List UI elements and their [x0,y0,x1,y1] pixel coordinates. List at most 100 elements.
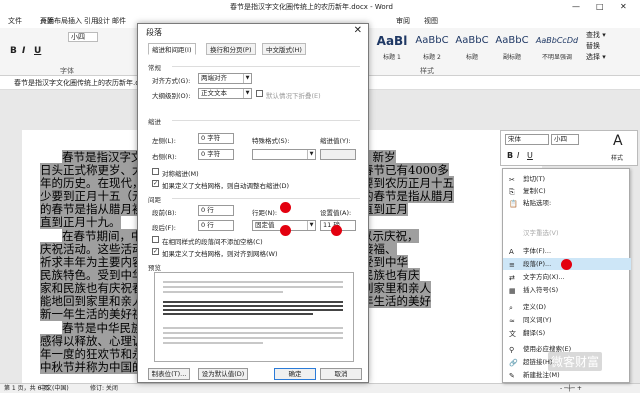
style-title[interactable]: AaBbC 标题 [452,30,492,64]
no-space-same-style-label: 在相同样式的段落间不添加空格(C) [162,238,263,246]
right-indent-input[interactable]: 0 字符 [198,149,234,160]
tabs-button[interactable]: 制表位(T)... [148,368,190,380]
indent-section-label: 缩进 [148,118,161,126]
tab-design[interactable]: 设计 [96,16,110,26]
underline-button[interactable]: U [34,46,41,56]
preview-section-label: 预览 [148,264,161,272]
mini-bold-button[interactable]: B [507,151,513,160]
tab-asian-typography[interactable]: 中文版式(H) [262,43,306,55]
mirror-indents-checkbox[interactable] [152,168,159,175]
line-spacing-label: 行距(N): [252,209,278,217]
title-bar: 春节是指汉字文化圈传统上的农历新年.docx - Word — □ ✕ [0,0,640,14]
tab-references[interactable]: 引用 [84,16,98,26]
special-indent-label: 特殊格式(S): [252,137,290,145]
tab-mailings[interactable]: 邮件 [112,16,126,26]
space-before-input[interactable]: 0 行 [198,205,234,216]
menu-synonyms[interactable]: ≈ 同义词(Y) [503,314,631,326]
style-subtitle[interactable]: AaBbC 副标题 [492,30,532,64]
track-changes-status[interactable]: 修订: 关闭 [90,384,118,393]
mini-size-select[interactable]: 小四 [551,134,579,145]
window-title: 春节是指汉字文化圈传统上的农历新年.docx - Word [230,3,393,11]
menu-paste-options[interactable]: 📋 粘贴选项: [503,197,631,209]
snap-to-grid-checkbox[interactable]: ✓ [152,248,159,255]
mini-font-select[interactable]: 宋体 [505,134,549,145]
collapsed-label: 默认情况下折叠(E) [266,92,321,100]
ok-button[interactable]: 确定 [274,368,316,380]
mini-italic-button[interactable]: I [517,151,519,160]
menu-font[interactable]: A 字体(F)... [503,245,631,257]
synonyms-icon: ≈ [509,317,515,325]
special-indent-select[interactable]: ▼ [252,149,316,160]
chevron-down-icon: ▼ [243,89,251,98]
style-subtle-emphasis[interactable]: AaBbCcDd 不明显强调 [532,30,582,64]
doc-line: 直到正月十九。 [40,215,121,229]
alignment-select[interactable]: 两端对齐 ▼ [198,73,252,84]
font-icon: A [509,248,514,256]
translate-icon: 文 [509,330,516,338]
tab-view[interactable]: 视图 [424,16,438,26]
space-after-input[interactable]: 0 行 [198,220,234,231]
outline-level-select[interactable]: 正文文本 ▼ [198,88,252,99]
snap-to-grid-label: 如果定义了文档网格，则对齐到网格(W) [162,250,278,258]
tab-layout[interactable]: 页面布局 [40,16,68,26]
menu-copy[interactable]: ⎘ 复制(C) [503,185,631,197]
divider [172,66,360,67]
divider [172,198,360,199]
menu-insert-symbol[interactable]: ▦ 插入符号(S) [503,284,631,296]
minimize-button[interactable]: — [572,0,580,14]
chevron-down-icon: ▼ [307,150,315,159]
menu-cut[interactable]: ✂ 剪切(T) [503,173,631,185]
alignment-label: 对齐方式(G): [152,77,191,85]
bold-button[interactable]: B [10,46,17,56]
chevron-down-icon: ▼ [243,74,251,83]
collapsed-checkbox[interactable] [256,90,263,97]
replace-button[interactable]: 替换 [586,41,600,51]
indent-by-input[interactable] [320,149,356,160]
link-icon: 🔗 [509,359,518,367]
menu-translate[interactable]: 文翻译(S) [503,327,631,339]
dialog-close-button[interactable]: ✕ [354,25,362,36]
find-button[interactable]: 查找 ▾ [586,30,606,40]
mini-underline-button[interactable]: U [527,151,533,160]
text-direction-icon: ⇄ [509,274,515,282]
clipboard-icon: 📋 [509,200,518,208]
maximize-button[interactable]: □ [596,0,604,14]
line-spacing-at-label: 设置值(A): [320,209,352,217]
auto-right-indent-checkbox[interactable]: ✓ [152,180,159,187]
define-icon: ⌕ [509,304,513,312]
mini-toolbar: 宋体 小四 B I U A 样式 [500,130,638,166]
tab-line-page-breaks[interactable]: 换行和分页(P) [206,43,256,55]
menu-reconvert[interactable]: 汉字重选(V) [503,227,631,239]
left-indent-input[interactable]: 0 字符 [198,133,234,144]
tab-review[interactable]: 审阅 [396,16,410,26]
auto-right-indent-label: 如果定义了文档网格，则自动调整右缩进(D) [162,182,290,190]
search-icon: ⚲ [509,346,515,354]
space-before-label: 段前(B): [152,209,177,217]
tab-insert[interactable]: 插入 [68,16,82,26]
paragraph-icon: ≡ [509,261,515,269]
status-bar: 第 1 页，共 6 页 中文(中国) 修订: 关闭 - ─┼─ + [0,383,640,393]
style-heading1[interactable]: AaBl 标题 1 [372,30,412,64]
outline-level-label: 大纲级别(O): [152,92,191,100]
select-button[interactable]: 选择 ▾ [586,52,606,62]
spacing-section-label: 间距 [148,196,161,204]
cancel-button[interactable]: 取消 [320,368,362,380]
tab-indents-spacing[interactable]: 缩进和间距(I) [148,43,196,55]
no-space-same-style-checkbox[interactable] [152,236,159,243]
comment-icon: ✎ [509,372,515,380]
zoom-slider[interactable]: - ─┼─ + [560,384,582,393]
set-default-button[interactable]: 设为默认值(D) [198,368,248,380]
style-heading2[interactable]: AaBbC 标题 2 [412,30,452,64]
italic-button[interactable]: I [22,46,25,56]
close-button[interactable]: ✕ [620,0,627,14]
styles-icon[interactable]: A [613,133,623,149]
right-indent-label: 右侧(R): [152,153,177,161]
watermark: 微客财富 [548,352,603,371]
font-size-box[interactable]: 小四 [68,32,98,42]
menu-text-direction[interactable]: ⇄ 文字方向(X)... [503,271,631,283]
general-section-label: 常规 [148,64,161,72]
language-status[interactable]: 中文(中国) [40,384,69,393]
menu-define[interactable]: ⌕ 定义(D) [503,301,631,313]
space-after-label: 段后(F): [152,224,177,232]
tab-file[interactable]: 文件 [8,16,22,26]
